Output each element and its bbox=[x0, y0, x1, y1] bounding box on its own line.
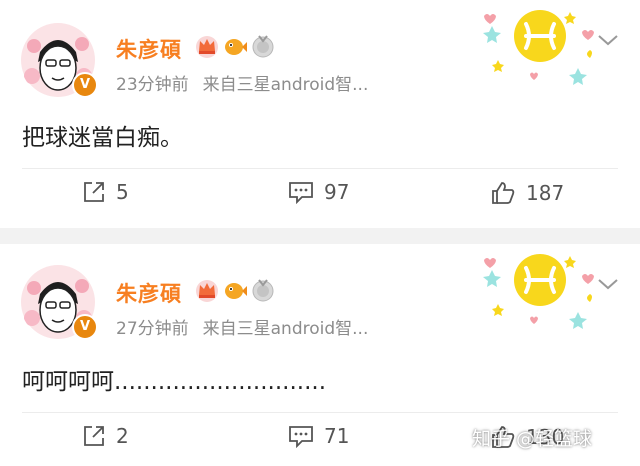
crown-vip-icon[interactable] bbox=[194, 277, 220, 303]
medal-icon[interactable] bbox=[250, 33, 276, 59]
comment-count: 97 bbox=[324, 180, 350, 204]
goldfish-icon[interactable] bbox=[222, 277, 248, 303]
weibo-post-1: V 朱彦碩 23分钟前 来自三星android智... 把球迷當白痴。 5 97… bbox=[0, 0, 640, 228]
author-name[interactable]: 朱彦碩 bbox=[116, 278, 182, 308]
post-source[interactable]: 来自三星android智... bbox=[203, 319, 369, 339]
post-separator bbox=[0, 228, 640, 244]
post-source[interactable]: 来自三星android智... bbox=[203, 75, 369, 95]
like-count: 187 bbox=[526, 181, 565, 205]
like-button[interactable]: 187 bbox=[490, 180, 564, 206]
comment-button[interactable]: 71 bbox=[288, 424, 349, 448]
user-badges bbox=[194, 276, 276, 304]
repost-button[interactable]: 5 bbox=[82, 180, 129, 204]
post-time: 27分钟前 bbox=[116, 319, 189, 339]
chevron-down-icon[interactable] bbox=[596, 276, 620, 292]
repost-count: 5 bbox=[116, 180, 129, 204]
pisces-sticker bbox=[483, 254, 594, 329]
author-name[interactable]: 朱彦碩 bbox=[116, 34, 182, 64]
like-icon bbox=[492, 182, 515, 204]
repost-icon bbox=[84, 426, 104, 446]
chevron-down-icon[interactable] bbox=[596, 32, 620, 48]
comment-icon bbox=[289, 426, 313, 448]
comment-button[interactable]: 97 bbox=[288, 180, 349, 204]
user-badges bbox=[194, 32, 276, 60]
crown-vip-icon[interactable] bbox=[194, 33, 220, 59]
comment-count: 71 bbox=[324, 424, 350, 448]
comment-icon bbox=[289, 182, 313, 204]
post-meta: 27分钟前 来自三星android智... bbox=[116, 314, 368, 339]
goldfish-icon[interactable] bbox=[222, 33, 248, 59]
post-meta: 23分钟前 来自三星android智... bbox=[116, 70, 368, 95]
divider bbox=[22, 412, 618, 413]
verified-badge-icon: V bbox=[72, 314, 98, 340]
verified-badge-icon: V bbox=[72, 72, 98, 98]
post-content: 把球迷當白痴。 bbox=[22, 125, 183, 151]
medal-icon[interactable] bbox=[250, 277, 276, 303]
zhihu-watermark: 知乎 @轻篮球 bbox=[472, 428, 593, 450]
repost-count: 2 bbox=[116, 424, 129, 448]
repost-button[interactable]: 2 bbox=[82, 424, 129, 448]
post-content: 呵呵呵呵............................. bbox=[22, 369, 327, 395]
pisces-sticker bbox=[483, 10, 594, 85]
post-time: 23分钟前 bbox=[116, 75, 189, 95]
divider bbox=[22, 168, 618, 169]
repost-icon bbox=[84, 182, 104, 202]
